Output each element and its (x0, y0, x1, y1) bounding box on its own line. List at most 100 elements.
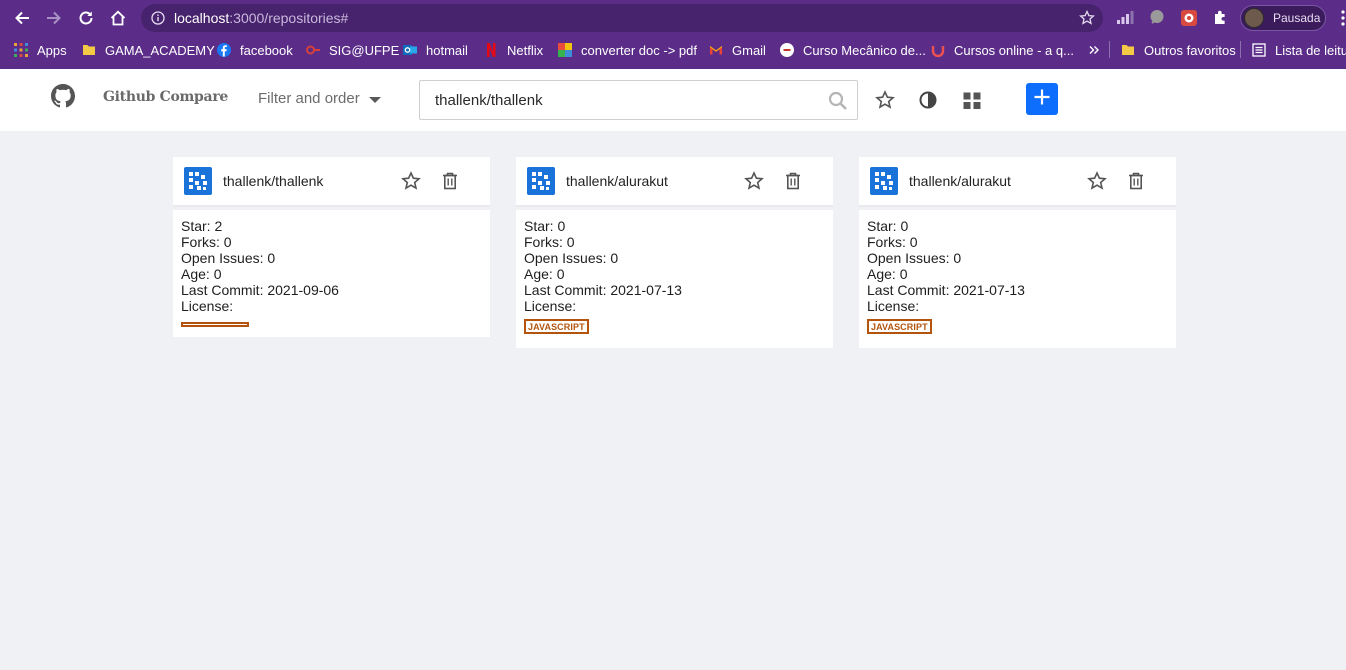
bookmark-label: SIG@UFPE (329, 42, 400, 58)
browser-toolbar: localhost:3000/repositories# Pausada (0, 0, 1346, 36)
bookmark-gmail[interactable]: Gmail (709, 40, 766, 60)
bookmark-cursos-online[interactable]: Cursos online - a q... (931, 40, 1074, 60)
browser-menu-icon[interactable] (1340, 10, 1346, 26)
bookmark-hotmail[interactable]: hotmail (403, 40, 468, 60)
bookmark-apps[interactable]: Apps (14, 40, 67, 60)
back-icon[interactable] (12, 8, 32, 28)
bookmark-label: facebook (240, 42, 293, 58)
stars-count: Star: 2 (181, 218, 223, 234)
bookmark-converter[interactable]: converter doc -> pdf (558, 40, 697, 60)
folder-icon (82, 43, 96, 57)
home-icon[interactable] (108, 8, 128, 28)
bookmark-lista-de-leitura[interactable]: Lista de leitura (1252, 40, 1346, 60)
converter-icon (558, 43, 572, 57)
stars-count: Star: 0 (867, 218, 909, 234)
bookmark-outros-favoritos[interactable]: Outros favoritos (1121, 40, 1236, 60)
bookmark-star-icon[interactable] (1079, 9, 1095, 31)
udemy-icon (931, 43, 945, 58)
forks-count: Forks: 0 (524, 234, 575, 250)
search-icon[interactable] (828, 91, 848, 116)
profile-button[interactable]: Pausada (1240, 5, 1326, 31)
repository-name[interactable]: thallenk/alurakut (909, 173, 1011, 189)
repository-name[interactable]: thallenk/thallenk (223, 173, 323, 189)
trash-icon[interactable] (785, 172, 801, 195)
app-header: Github Compare Filter and order (0, 69, 1346, 131)
bookmark-label: Outros favoritos (1144, 42, 1236, 58)
bookmark-netflix[interactable]: Netflix (484, 40, 543, 60)
trash-icon[interactable] (442, 172, 458, 195)
reload-icon[interactable] (76, 8, 96, 28)
bookmark-sig-ufpe[interactable]: SIG@UFPE (306, 40, 399, 60)
bookmarks-divider (1109, 41, 1110, 58)
bookmark-label: Cursos online - a q... (954, 42, 1074, 58)
reading-list-icon (1252, 43, 1266, 57)
profile-status: Pausada (1273, 11, 1321, 25)
open-issues-count: Open Issues: 0 (524, 250, 619, 266)
more-bookmarks-chevron-icon[interactable] (1089, 40, 1099, 60)
last-commit-date: Last Commit: 2021-07-13 (867, 282, 1025, 298)
github-logo-icon[interactable] (51, 84, 75, 108)
bookmark-label: Netflix (507, 42, 544, 58)
star-icon[interactable] (401, 171, 421, 196)
signal-extension-icon[interactable] (1116, 9, 1134, 30)
open-issues-count: Open Issues: 0 (867, 250, 962, 266)
filter-and-order-dropdown[interactable]: Filter and order (258, 90, 381, 107)
caret-down-icon (368, 96, 381, 103)
repository-age: Age: 0 (867, 266, 908, 282)
search-input[interactable] (420, 81, 820, 119)
card-header: thallenk/alurakut (859, 157, 1176, 207)
add-repository-button[interactable] (1026, 83, 1058, 115)
grid-view-icon[interactable] (962, 90, 982, 110)
url-host: localhost (174, 10, 230, 26)
bookmark-label: GAMA_ACADEMY (105, 42, 215, 58)
theme-contrast-icon[interactable] (918, 90, 938, 110)
bookmarks-divider (1240, 41, 1241, 58)
forks-count: Forks: 0 (181, 234, 232, 250)
bookmark-label: converter doc -> pdf (581, 42, 697, 58)
favorites-star-icon[interactable] (875, 90, 895, 110)
forward-icon[interactable] (44, 8, 64, 28)
open-issues-count: Open Issues: 0 (181, 250, 276, 266)
stars-count: Star: 0 (524, 218, 566, 234)
card-header: thallenk/alurakut (516, 157, 833, 207)
language-badge: JAVASCRIPT (867, 319, 932, 334)
netflix-icon (484, 43, 498, 57)
address-bar[interactable]: localhost:3000/repositories# (141, 4, 1103, 32)
language-badge: JAVASCRIPT (524, 319, 589, 334)
last-commit-date: Last Commit: 2021-09-06 (181, 282, 339, 298)
bookmark-label: Curso Mecânico de... (803, 42, 926, 58)
chat-extension-icon[interactable] (1149, 9, 1165, 30)
browser-chrome: localhost:3000/repositories# Pausada App… (0, 0, 1346, 69)
star-icon[interactable] (744, 171, 764, 196)
trash-icon[interactable] (1128, 172, 1144, 195)
bookmarks-bar: Apps GAMA_ACADEMY facebook SIG@UFPE hotm… (0, 36, 1346, 64)
outlook-icon (403, 43, 417, 57)
card-details: Star: 0 Forks: 0 Open Issues: 0 Age: 0 L… (516, 210, 833, 348)
card-details: Star: 0 Forks: 0 Open Issues: 0 Age: 0 L… (859, 210, 1176, 348)
facebook-icon (217, 43, 231, 57)
avatar (1244, 8, 1264, 28)
repository-name[interactable]: thallenk/alurakut (566, 173, 668, 189)
bookmark-gama-academy[interactable]: GAMA_ACADEMY (82, 40, 215, 60)
bookmark-label: Gmail (732, 42, 766, 58)
bookmark-curso-mecanico[interactable]: Curso Mecânico de... (780, 40, 926, 60)
repository-avatar-icon (527, 167, 555, 195)
course-icon (780, 43, 794, 57)
extensions-puzzle-icon[interactable] (1212, 9, 1229, 31)
card-details: Star: 2 Forks: 0 Open Issues: 0 Age: 0 L… (173, 210, 490, 337)
folder-icon (1121, 43, 1135, 57)
app-brand-title: Github Compare (103, 89, 228, 105)
gmail-icon (709, 43, 723, 57)
star-icon[interactable] (1087, 171, 1107, 196)
apps-grid-icon (14, 43, 28, 57)
red-extension-icon[interactable] (1180, 9, 1198, 32)
forks-count: Forks: 0 (867, 234, 918, 250)
address-url[interactable]: localhost:3000/repositories# (174, 10, 348, 26)
bookmark-label: Lista de leitura (1275, 42, 1346, 58)
plus-icon (1033, 88, 1051, 111)
bookmark-facebook[interactable]: facebook (217, 40, 293, 60)
repository-avatar-icon (870, 167, 898, 195)
site-info-icon[interactable] (151, 11, 165, 30)
repository-age: Age: 0 (524, 266, 565, 282)
bookmark-label: Apps (37, 42, 67, 58)
